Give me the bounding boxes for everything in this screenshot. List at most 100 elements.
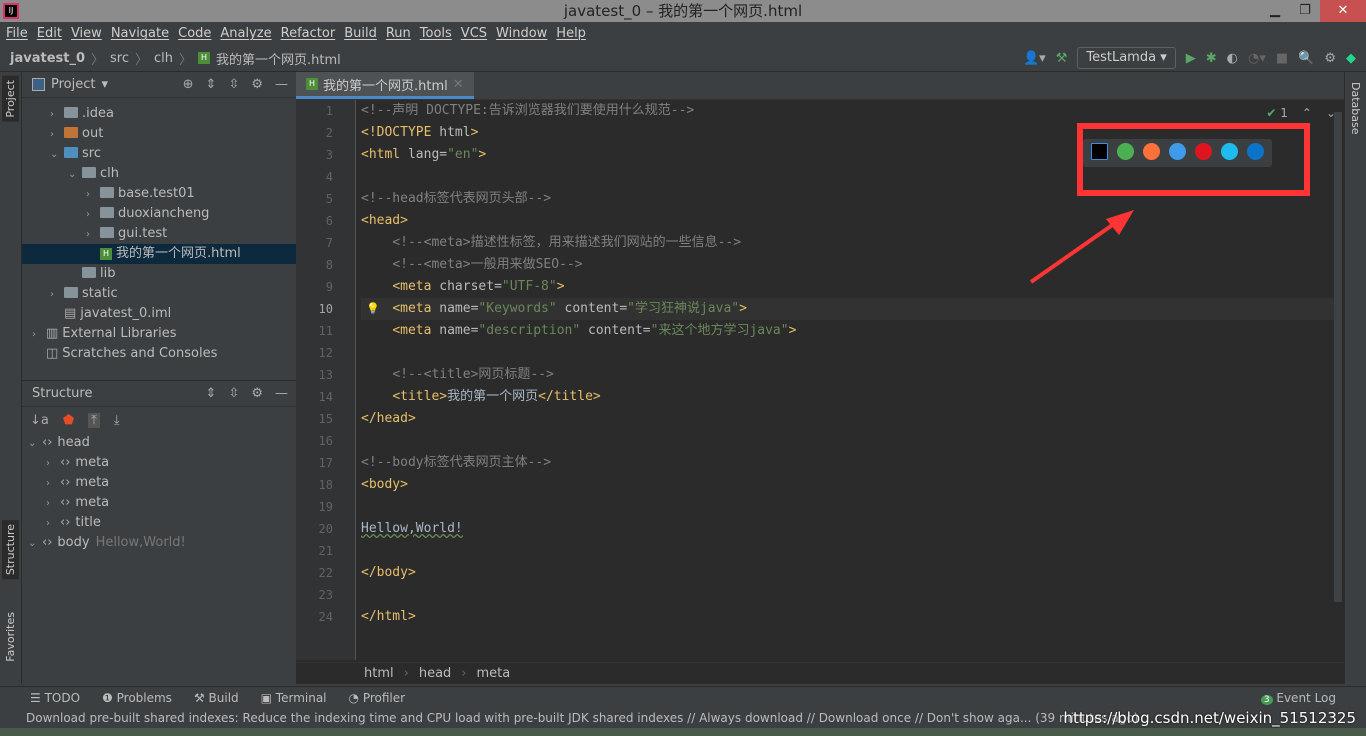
expand-arrow-icon[interactable]: › [50, 125, 64, 145]
crumb-html[interactable]: html [364, 666, 394, 681]
expand-arrow-icon[interactable]: › [86, 225, 100, 245]
database-tool-tab[interactable]: Database [1349, 82, 1362, 135]
autoscroll-from-source-icon[interactable]: ⤓ [114, 413, 120, 428]
collapse-all-icon[interactable]: ⇳ [228, 386, 239, 401]
collapse-all-icon[interactable]: ⇳ [228, 77, 239, 92]
tree-item[interactable]: ⌄ clh [22, 164, 296, 184]
tree-item[interactable]: ◫ Scratches and Consoles [22, 344, 296, 364]
terminal-tab[interactable]: ▣ Terminal [261, 691, 327, 705]
code-line[interactable]: <head> [361, 210, 1334, 232]
tree-item[interactable]: › ‹› meta [22, 493, 296, 513]
expand-arrow-icon[interactable]: ⌄ [28, 434, 42, 454]
tree-item[interactable]: › out [22, 124, 296, 144]
menu-tools[interactable]: Tools [420, 26, 452, 41]
expand-arrow-icon[interactable]: › [32, 325, 46, 345]
locate-icon[interactable]: ⊕ [183, 77, 194, 92]
close-button[interactable]: ✕ [1320, 0, 1366, 22]
menu-analyze[interactable]: Analyze [220, 26, 271, 41]
autoscroll-to-source-icon[interactable]: ⤒ [88, 412, 100, 428]
code-line[interactable]: <!--<meta>一般用来做SEO--> [361, 254, 1334, 276]
code-line[interactable]: </body> [361, 562, 1334, 584]
tree-item[interactable]: › ‹› meta [22, 473, 296, 493]
hide-icon[interactable]: — [275, 386, 288, 401]
profile-icon[interactable]: ◔▾ [1248, 51, 1266, 66]
menu-build[interactable]: Build [344, 26, 377, 41]
run-configuration-select[interactable]: TestLamda ▾ [1077, 47, 1176, 69]
restore-button[interactable]: ❐ [1290, 0, 1320, 22]
user-icon[interactable]: 👤▾ [1023, 51, 1046, 66]
minimize-button[interactable]: ▁ [1260, 0, 1290, 22]
expand-arrow-icon[interactable]: › [50, 105, 64, 125]
crumb-head[interactable]: head [419, 666, 451, 681]
code-line[interactable]: <body> [361, 474, 1334, 496]
crumb-meta[interactable]: meta [477, 666, 511, 681]
jetbrains-toolbox-icon[interactable]: ◆ [1346, 51, 1356, 66]
problems-tab[interactable]: ❶ Problems [102, 691, 172, 705]
structure-tool-tab[interactable]: Structure [2, 520, 19, 580]
intention-bulb-icon[interactable]: 💡 [366, 298, 380, 320]
menu-vcs[interactable]: VCS [461, 26, 487, 41]
expand-arrow-icon[interactable]: › [46, 514, 60, 534]
code-line[interactable]: <meta charset="UTF-8"> [361, 276, 1334, 298]
event-log-tab[interactable]: 3 Event Log [1260, 691, 1336, 705]
expand-arrow-icon[interactable]: › [46, 474, 60, 494]
profiler-tab[interactable]: ◔ Profiler [349, 691, 406, 705]
code-line[interactable] [361, 540, 1334, 562]
breadcrumb-project[interactable]: javatest_0 [10, 51, 85, 66]
run-icon[interactable]: ▶ [1186, 51, 1196, 66]
project-tool-tab[interactable]: Project [2, 76, 19, 122]
previous-highlight-icon[interactable]: ⌃ [1302, 106, 1312, 120]
coverage-icon[interactable]: ◐ [1227, 51, 1238, 66]
expand-arrow-icon[interactable]: › [46, 494, 60, 514]
status-message[interactable]: Download pre-built shared indexes: Reduc… [26, 711, 1138, 725]
code-line[interactable]: <!--body标签代表网页主体--> [361, 452, 1334, 474]
tree-item[interactable]: › duoxiancheng [22, 204, 296, 224]
expand-arrow-icon[interactable]: ⌄ [50, 145, 64, 165]
gear-icon[interactable]: ⚙ [251, 386, 263, 401]
build-hammer-icon[interactable]: ⚒ [1056, 51, 1068, 66]
breadcrumb-src[interactable]: src [110, 51, 129, 66]
code-line[interactable]: 💡 <meta name="Keywords" content="学习狂神说ja… [361, 298, 1334, 320]
code-line[interactable] [361, 584, 1334, 606]
expand-arrow-icon[interactable]: ⌄ [28, 534, 42, 554]
menu-file[interactable]: File [6, 26, 28, 41]
debug-icon[interactable]: ✱ [1206, 51, 1217, 66]
tree-item[interactable]: ▤ javatest_0.iml [22, 304, 296, 324]
code-line[interactable] [361, 496, 1334, 518]
menu-view[interactable]: View [71, 26, 102, 41]
menu-navigate[interactable]: Navigate [111, 26, 169, 41]
hide-icon[interactable]: — [275, 77, 288, 92]
tree-item[interactable]: ⌄ ‹› head [22, 433, 296, 453]
inspections-widget[interactable]: ✔ 1 [1266, 106, 1288, 120]
tree-item[interactable]: › base.test01 [22, 184, 296, 204]
gear-icon[interactable]: ⚙ [251, 77, 263, 92]
tree-item[interactable]: ⌄ ‹› body Hellow,World! [22, 533, 296, 553]
tree-item[interactable]: › ‹› meta [22, 453, 296, 473]
expand-arrow-icon[interactable]: › [86, 205, 100, 225]
sort-icon[interactable]: ↓a [30, 413, 49, 428]
html5-icon[interactable]: ⬟ [63, 413, 74, 428]
menu-help[interactable]: Help [556, 26, 586, 41]
search-icon[interactable]: 🔍 [1298, 51, 1314, 66]
code-line[interactable] [361, 342, 1334, 364]
breadcrumb-file[interactable]: 我的第一个网页.html [216, 49, 341, 68]
editor-tab[interactable]: H 我的第一个网页.html ✕ [296, 72, 474, 99]
expand-arrow-icon[interactable]: › [50, 285, 64, 305]
menu-window[interactable]: Window [496, 26, 547, 41]
expand-all-icon[interactable]: ⇕ [206, 77, 217, 92]
code-line[interactable]: <!--声明 DOCTYPE:告诉浏览器我们要使用什么规范--> [361, 100, 1334, 122]
tree-item[interactable]: › ▥ External Libraries [22, 324, 296, 344]
tree-item[interactable]: › .idea [22, 104, 296, 124]
menu-edit[interactable]: Edit [37, 26, 62, 41]
code-line[interactable] [361, 430, 1334, 452]
favorites-tool-tab[interactable]: Favorites [2, 608, 19, 666]
code-line[interactable]: Hellow,World! [361, 518, 1334, 540]
tree-item[interactable]: lib [22, 264, 296, 284]
tree-item[interactable]: ⌄ src [22, 144, 296, 164]
code-line[interactable]: <!--<meta>描述性标签，用来描述我们网站的一些信息--> [361, 232, 1334, 254]
breadcrumb-clh[interactable]: clh [154, 51, 173, 66]
code-line[interactable]: <title>我的第一个网页</title> [361, 386, 1334, 408]
build-tab[interactable]: ⚒ Build [194, 691, 239, 705]
code-line[interactable]: <!--<title>网页标题--> [361, 364, 1334, 386]
close-tab-icon[interactable]: ✕ [453, 77, 464, 92]
